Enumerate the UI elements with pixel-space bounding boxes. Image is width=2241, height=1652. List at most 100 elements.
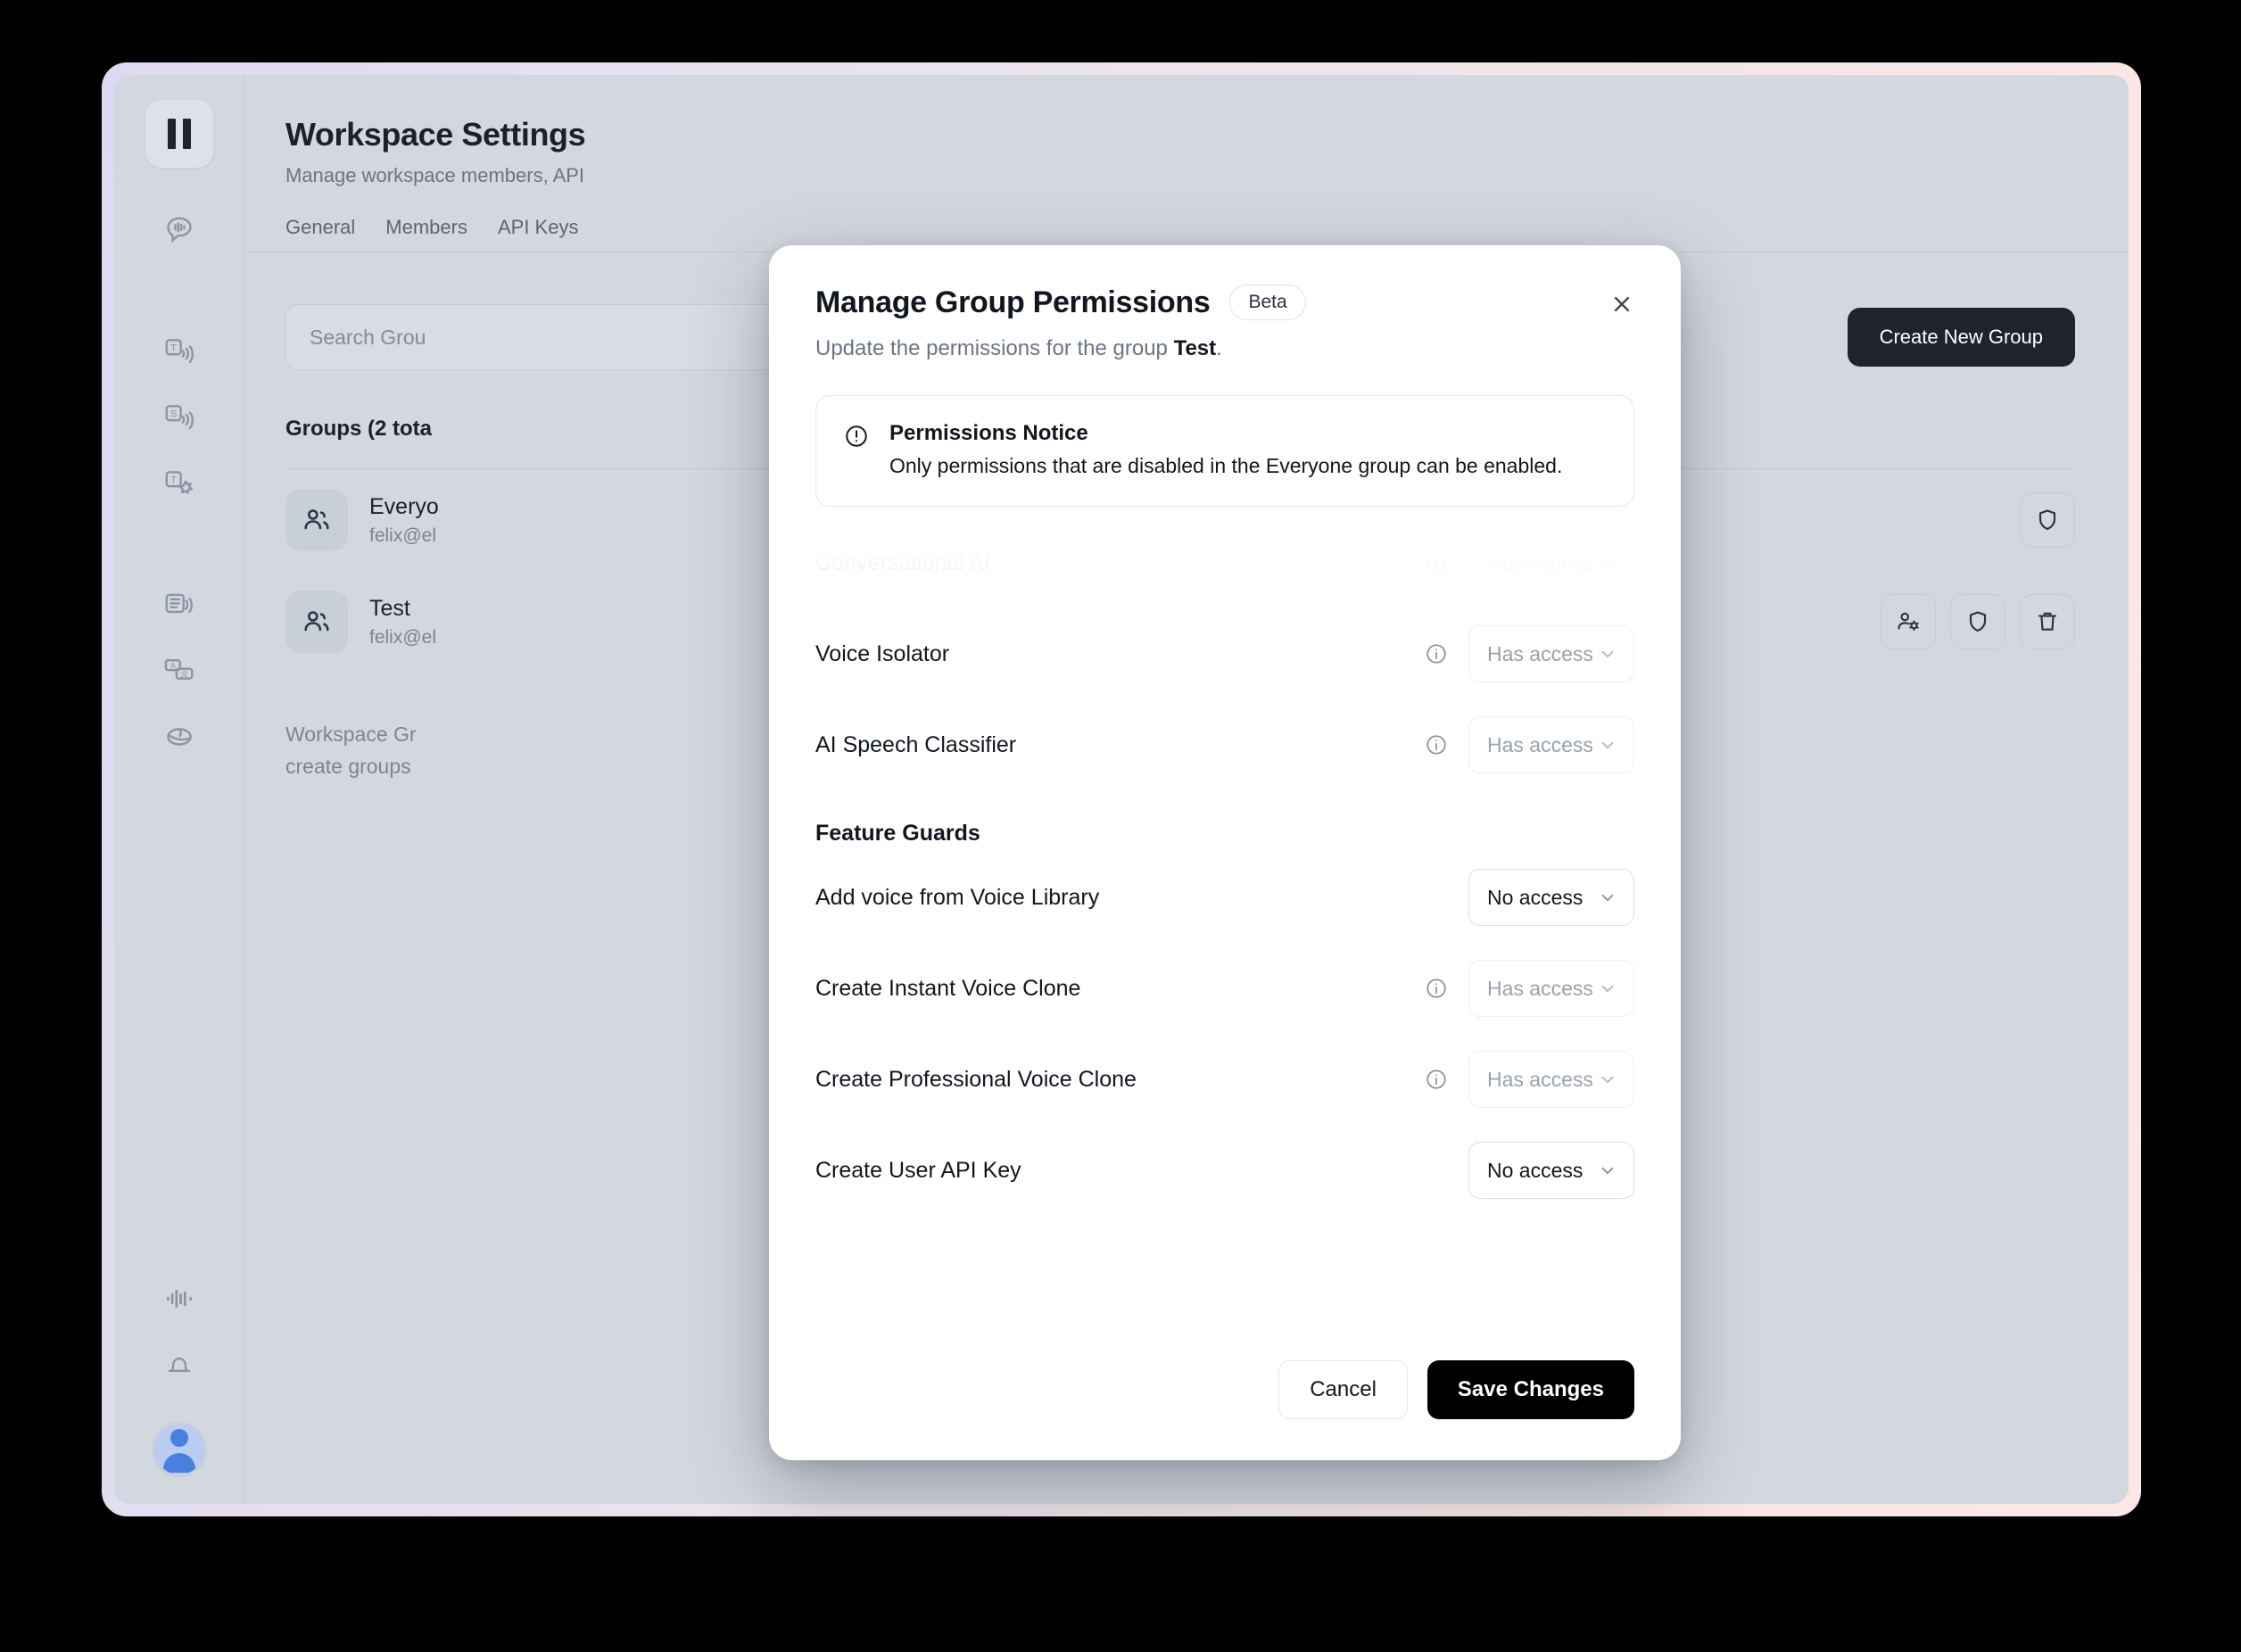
permission-value: Has access [1487,976,1593,1000]
permission-row: Add voice from Voice Library No access [815,852,1634,943]
audio-waveform-icon[interactable] [151,1270,208,1327]
svg-text:A: A [170,661,175,670]
bell-icon[interactable] [151,1336,208,1393]
group-people-icon [285,591,348,653]
permission-label: Create User API Key [815,1157,1021,1183]
chevron-down-icon [1598,735,1617,755]
footnote-left-1: Workspace Gr [285,723,417,746]
tab-api-keys[interactable]: API Keys [498,216,578,252]
beta-badge: Beta [1229,285,1306,320]
permission-row: AI Speech Classifier Has access [815,699,1634,790]
svg-text:文: 文 [180,668,188,678]
permission-value: No access [1487,885,1584,909]
permission-value: Has access [1487,641,1593,665]
permission-select[interactable]: Has access [1468,625,1634,683]
save-changes-button[interactable]: Save Changes [1426,1360,1634,1419]
description-group-name: Test [1173,336,1217,360]
page-title: Workspace Settings [285,116,586,153]
permission-row: Create Instant Voice Clone Has access [815,943,1634,1034]
permission-select[interactable]: No access [1468,1142,1634,1200]
chevron-down-icon [1598,553,1617,573]
info-icon[interactable] [1424,976,1449,1001]
dubbing-translate-icon[interactable]: A 文 [151,642,208,699]
group-people-icon [285,489,348,551]
permission-row: Conversational AI Has access [815,517,1634,608]
notice-body: Only permissions that are disabled in th… [889,454,1563,477]
permission-row: Create User API Key No access [815,1125,1634,1216]
manage-group-permissions-dialog: Manage Group Permissions Beta Update the… [769,245,1681,1460]
group-name: Everyo [369,493,439,519]
chevron-down-icon [1598,644,1617,664]
permission-row: Voice Isolator Has access [815,608,1634,699]
svg-text:T: T [170,343,177,353]
info-icon[interactable] [1424,550,1449,575]
speech-bubble-waveform-icon[interactable] [151,202,208,259]
group-name: Test [369,595,410,621]
feature-guards-heading: Feature Guards [815,821,980,847]
permission-value: Has access [1487,1067,1593,1091]
sidebar: T S T A 文 [114,75,244,1504]
permission-select[interactable]: Has access [1468,1051,1634,1109]
row-actions [1881,594,2075,649]
info-icon[interactable] [1424,1067,1449,1092]
close-icon[interactable] [1602,285,1641,324]
manage-permissions-button[interactable] [2020,492,2075,548]
info-icon[interactable] [1424,732,1449,757]
permission-label: AI Speech Classifier [815,731,1017,757]
speech-to-text-icon[interactable]: S [151,389,208,446]
cancel-button[interactable]: Cancel [1278,1360,1408,1419]
permission-value: No access [1487,1158,1584,1182]
chevron-down-icon [1598,1161,1617,1180]
notice-title: Permissions Notice [889,421,1088,445]
permission-select[interactable]: Has access [1468,716,1634,774]
permission-label: Create Instant Voice Clone [815,975,1081,1001]
tab-general[interactable]: General [285,216,355,252]
permission-row: Create Professional Voice Clone Has acce… [815,1034,1634,1125]
permission-label: Create Professional Voice Clone [815,1066,1137,1092]
studio-document-icon[interactable] [151,576,208,633]
info-icon[interactable] [1424,641,1449,666]
text-to-sfx-icon[interactable]: T [151,455,208,512]
row-actions [2020,492,2075,548]
description-prefix: Update the permissions for the group [815,336,1174,360]
dialog-header: Manage Group Permissions Beta Update the… [769,245,1681,361]
permissions-scroll-area[interactable]: Conversational AI Has access Voice Isola… [769,514,1681,1337]
permission-label: Conversational AI [815,549,990,575]
delete-group-button[interactable] [2020,594,2075,649]
svg-text:S: S [170,409,176,419]
description-suffix: . [1216,336,1222,360]
permission-select[interactable]: Has access [1468,960,1634,1018]
footnote-left-2: create groups [285,754,411,778]
permission-select[interactable]: No access [1468,869,1634,927]
dialog-title: Manage Group Permissions [815,285,1211,319]
pause-logo-icon [167,119,191,149]
manage-members-button[interactable] [1881,594,1936,649]
permission-label: Add voice from Voice Library [815,884,1100,910]
group-email: felix@el [369,525,437,546]
permission-value: Has access [1487,550,1593,574]
permission-value: Has access [1487,732,1593,756]
sidebar-bottom [151,1270,208,1504]
tab-members[interactable]: Members [385,216,467,252]
create-new-group-button[interactable]: Create New Group [1847,308,2075,367]
group-email: felix@el [369,626,437,648]
avatar[interactable] [151,1422,207,1477]
text-to-speech-icon[interactable]: T [151,323,208,380]
permissions-notice: Permissions Notice Only permissions that… [815,395,1634,508]
chevron-down-icon [1598,979,1617,998]
app-window-bezel: T S T A 文 Workspace Settings Manage work… [102,62,2141,1516]
group-info: Test felix@el [285,591,436,653]
chevron-down-icon [1598,888,1617,907]
dialog-footer: Cancel Save Changes [769,1337,1681,1460]
app-logo[interactable] [145,100,213,168]
alert-circle-icon [843,423,870,454]
svg-text:T: T [170,475,177,485]
permission-label: Voice Isolator [815,640,950,666]
voices-globe-icon[interactable] [151,708,208,765]
chevron-down-icon [1598,1070,1617,1089]
page-subtitle: Manage workspace members, API [285,164,585,186]
dialog-description: Update the permissions for the group Tes… [815,336,1634,361]
permission-select[interactable]: Has access [1468,534,1634,592]
group-info: Everyo felix@el [285,489,439,551]
manage-permissions-button[interactable] [1950,594,2005,649]
